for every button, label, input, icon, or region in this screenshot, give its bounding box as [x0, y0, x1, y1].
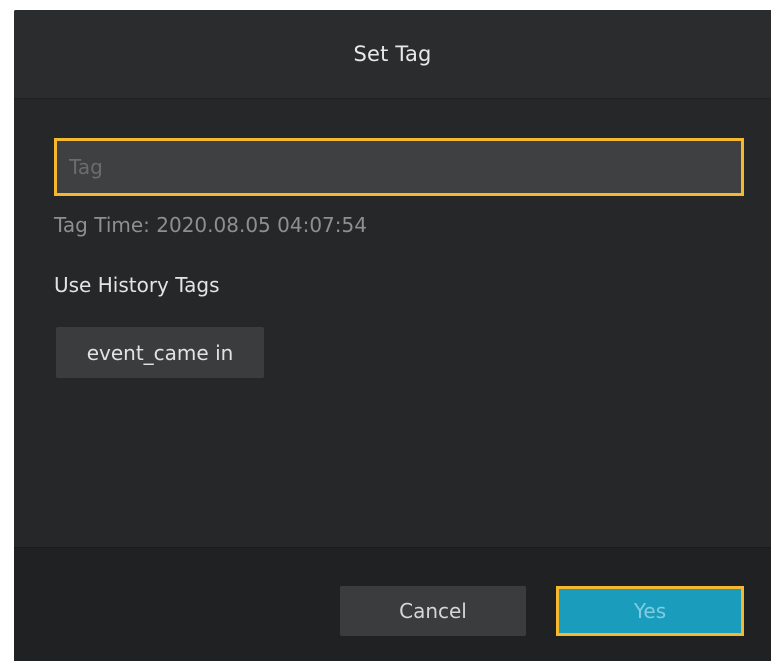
tag-input[interactable]	[57, 141, 741, 193]
history-tag-chip[interactable]: event_came in	[56, 327, 264, 378]
dialog-header: Set Tag	[14, 10, 771, 99]
dialog-body: Tag Time: 2020.08.05 04:07:54 Use Histor…	[14, 99, 771, 547]
yes-button[interactable]: Yes	[556, 586, 744, 636]
set-tag-dialog: Set Tag Tag Time: 2020.08.05 04:07:54 Us…	[14, 10, 771, 661]
dialog-title: Set Tag	[353, 42, 432, 66]
cancel-button[interactable]: Cancel	[340, 586, 526, 636]
history-tags-label: Use History Tags	[54, 273, 220, 297]
tag-input-container	[54, 138, 744, 196]
tag-time-text: Tag Time: 2020.08.05 04:07:54	[54, 213, 367, 237]
dialog-footer: Cancel Yes	[14, 547, 771, 661]
